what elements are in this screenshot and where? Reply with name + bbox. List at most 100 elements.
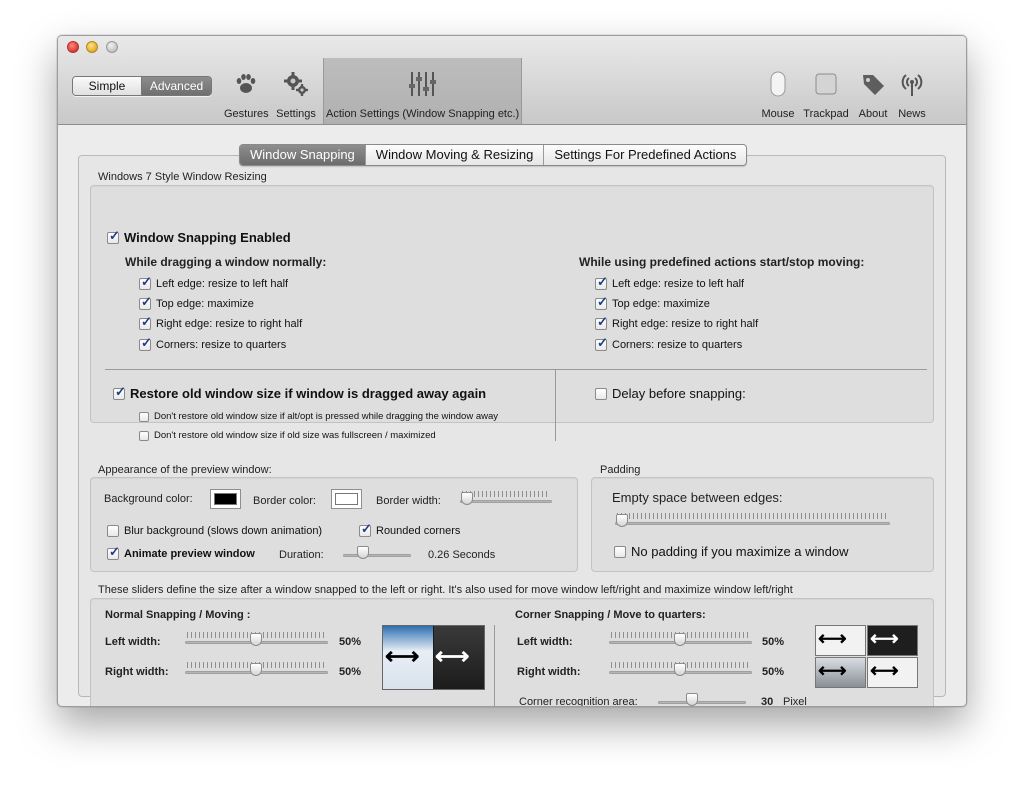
tag-icon (855, 66, 891, 102)
normal-left-width-slider[interactable] (185, 632, 328, 648)
padding-slider[interactable] (615, 513, 890, 529)
predef-right-edge-box[interactable] (595, 314, 608, 330)
predef-right-edge-checkbox[interactable]: Right edge: resize to right half (595, 314, 759, 330)
delay-box[interactable] (595, 387, 607, 400)
animate-preview-checkbox[interactable]: Animate preview window (107, 544, 255, 560)
delay-checkbox[interactable]: Delay before snapping: (595, 386, 746, 401)
mode-simple-button[interactable]: Simple (73, 77, 142, 95)
animate-preview-box[interactable] (107, 544, 120, 560)
corner-left-width-slider[interactable] (609, 632, 752, 648)
normal-right-width-label: Right width: (105, 666, 169, 678)
no-padding-checkbox[interactable]: No padding if you maximize a window (614, 544, 849, 559)
bg-color-fill (214, 493, 237, 505)
normal-top-edge-checkbox[interactable]: Top edge: maximize (139, 294, 254, 310)
normal-top-edge-label: Top edge: maximize (156, 298, 254, 310)
normal-corners-box[interactable] (139, 335, 152, 351)
sizes-description: These sliders define the size after a wi… (98, 584, 793, 596)
normal-right-edge-checkbox[interactable]: Right edge: resize to right half (139, 314, 302, 330)
corner-area-track (658, 701, 746, 704)
normal-corners-checkbox[interactable]: Corners: resize to quarters (139, 335, 286, 351)
normal-left-edge-box[interactable] (139, 274, 152, 290)
preview-quarter-tr: ⟷ (867, 625, 918, 656)
tab-predefined-actions[interactable]: Settings For Predefined Actions (544, 145, 746, 165)
toolbar-settings[interactable]: Settings (274, 66, 318, 120)
predef-left-edge-label: Left edge: resize to left half (612, 278, 745, 290)
toolbar-gestures[interactable]: Gestures (224, 66, 269, 120)
toolbar: Simple Advanced Gestures Settings Action… (58, 36, 966, 125)
no-restore-alt-checkbox[interactable]: Don't restore old window size if alt/opt… (139, 411, 498, 422)
border-width-track (460, 500, 552, 503)
paw-icon (224, 66, 268, 102)
sliders-icon (326, 66, 518, 102)
snapping-enabled-checkbox[interactable]: Window Snapping Enabled (107, 228, 291, 245)
corner-right-width-knob[interactable] (674, 663, 686, 676)
arrow-left-right-icon: ⟷ (870, 660, 899, 682)
corner-area-slider[interactable] (658, 692, 746, 706)
normal-top-edge-box[interactable] (139, 294, 152, 310)
arrow-left-right-icon: ⟷ (818, 660, 847, 682)
corner-area-label: Corner recognition area: (519, 696, 638, 707)
toolbar-news[interactable]: News (894, 66, 930, 120)
zoom-button[interactable] (106, 41, 118, 53)
normal-left-edge-checkbox[interactable]: Left edge: resize to left half (139, 274, 288, 290)
no-padding-box[interactable] (614, 545, 626, 558)
animate-preview-label: Animate preview window (124, 548, 255, 560)
predef-corners-box[interactable] (595, 335, 608, 351)
tab-bar: Window Snapping Window Moving & Resizing… (239, 144, 748, 166)
predef-corners-checkbox[interactable]: Corners: resize to quarters (595, 335, 742, 351)
duration-label: Duration: (279, 549, 324, 561)
border-width-ticks (462, 491, 550, 497)
minimize-button[interactable] (86, 41, 98, 53)
border-width-slider[interactable] (460, 491, 552, 507)
corner-area-knob[interactable] (686, 693, 698, 706)
arrow-left-right-icon: ⟷ (870, 628, 899, 650)
bg-color-well[interactable] (210, 489, 241, 509)
predef-top-edge-checkbox[interactable]: Top edge: maximize (595, 294, 710, 310)
arrow-left-right-icon: ⟷ (385, 643, 420, 670)
corner-right-width-slider[interactable] (609, 662, 752, 678)
predef-right-edge-label: Right edge: resize to right half (612, 318, 759, 330)
corner-right-width-value: 50% (762, 666, 785, 678)
normal-left-width-knob[interactable] (250, 633, 262, 646)
corner-left-width-value: 50% (762, 636, 785, 648)
no-restore-alt-box[interactable] (139, 411, 149, 422)
toolbar-about[interactable]: About (855, 66, 891, 120)
snapping-enabled-box[interactable] (107, 228, 120, 244)
close-button[interactable] (67, 41, 79, 53)
padding-space-label: Empty space between edges: (612, 490, 783, 505)
corner-left-width-knob[interactable] (674, 633, 686, 646)
rounded-corners-box[interactable] (359, 521, 372, 537)
tab-window-snapping[interactable]: Window Snapping (240, 145, 366, 165)
restore-size-label: Restore old window size if window is dra… (130, 386, 487, 401)
arrow-left-right-icon: ⟷ (818, 628, 847, 650)
snapping-enabled-label: Window Snapping Enabled (124, 230, 291, 245)
tab-window-moving-resizing[interactable]: Window Moving & Resizing (366, 145, 545, 165)
predef-top-edge-box[interactable] (595, 294, 608, 310)
no-restore-fullscreen-checkbox[interactable]: Don't restore old window size if old siz… (139, 430, 436, 441)
rounded-corners-checkbox[interactable]: Rounded corners (359, 521, 460, 537)
normal-right-edge-box[interactable] (139, 314, 152, 330)
predef-left-edge-box[interactable] (595, 274, 608, 290)
duration-slider[interactable] (343, 545, 411, 561)
mode-advanced-button[interactable]: Advanced (142, 77, 211, 95)
normal-right-width-knob[interactable] (250, 663, 262, 676)
toolbar-trackpad[interactable]: Trackpad (802, 66, 850, 120)
duration-knob[interactable] (357, 546, 369, 559)
normal-right-width-slider[interactable] (185, 662, 328, 678)
toolbar-mouse[interactable]: Mouse (758, 66, 798, 120)
normal-snapping-title: Normal Snapping / Moving : (105, 609, 251, 621)
restore-size-checkbox[interactable]: Restore old window size if window is dra… (113, 384, 487, 401)
border-color-well[interactable] (331, 489, 362, 509)
padding-knob[interactable] (616, 514, 628, 527)
left-heading: While dragging a window normally: (125, 255, 327, 269)
corner-area-value: 30 (761, 696, 774, 707)
duration-track (343, 554, 411, 557)
blur-bg-checkbox[interactable]: Blur background (slows down animation) (107, 525, 322, 537)
no-restore-fullscreen-box[interactable] (139, 430, 149, 441)
delay-label: Delay before snapping: (612, 386, 746, 401)
border-width-knob[interactable] (461, 492, 473, 505)
restore-size-box[interactable] (113, 384, 126, 400)
predef-left-edge-checkbox[interactable]: Left edge: resize to left half (595, 274, 745, 290)
blur-bg-box[interactable] (107, 525, 119, 537)
toolbar-action-settings[interactable]: Action Settings (Window Snapping etc.) (326, 66, 519, 120)
